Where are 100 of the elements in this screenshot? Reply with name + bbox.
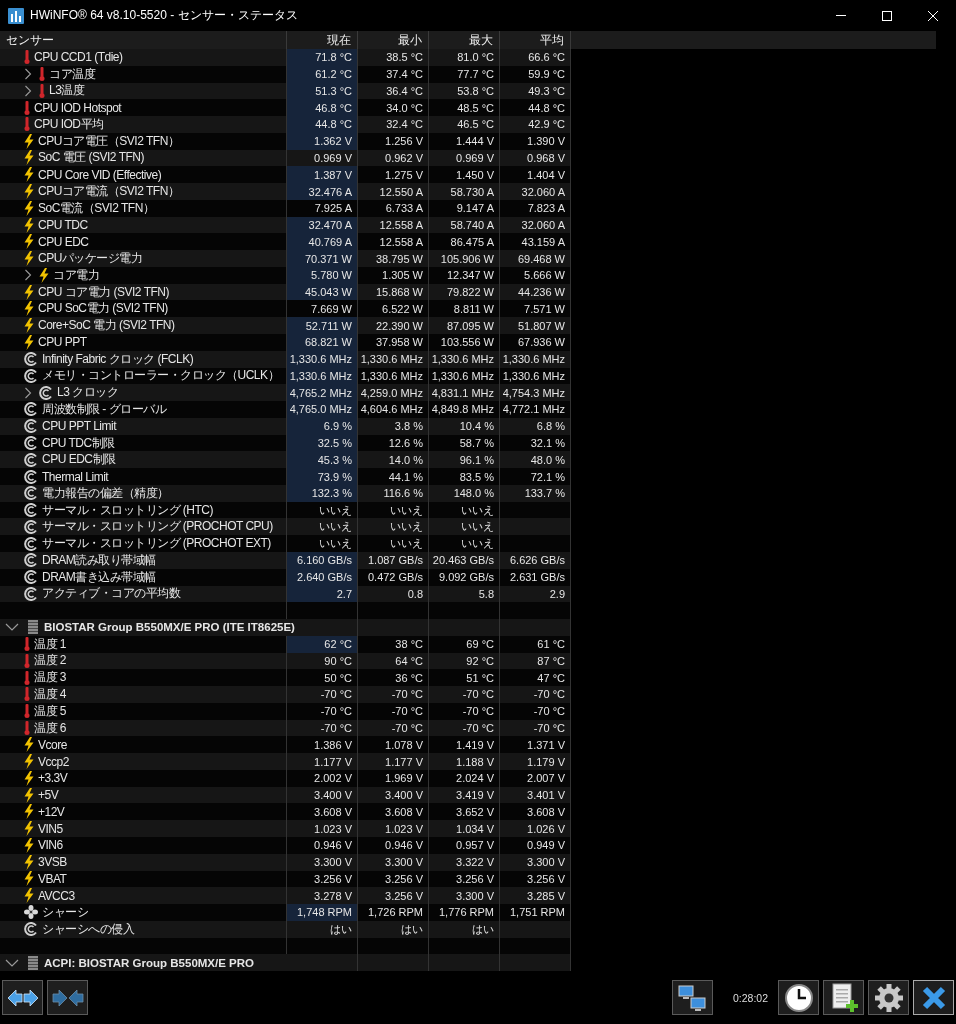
lightning-icon [24,184,34,199]
sensor-label: シャーシ [42,904,88,921]
table-cell: 0.946 V [358,837,429,854]
table-cell: 12.347 W [429,266,500,284]
table-cell: はい [287,920,358,938]
sensor-label: CPU EDC [38,234,89,249]
table-cell: 32.476 A [287,183,358,200]
lightning-icon [24,318,34,334]
table-cell: 1.179 V [500,753,571,770]
table-cell: 2.002 V [287,769,358,787]
monitors-icon [677,983,708,1012]
collapse-button[interactable] [47,980,88,1015]
chevron-icon[interactable] [24,386,32,399]
lightning-icon [24,284,34,300]
chevron-icon[interactable] [5,622,19,633]
gauge-icon [24,452,38,467]
table-cell: 1.026 V [500,820,571,837]
chevron-icon[interactable] [24,68,32,81]
exit-button[interactable] [913,980,954,1015]
table-cell: -70 °C [500,686,571,703]
sensor-label: DRAM書き込み帯域幅 [42,568,156,586]
table-cell: 133.7 % [500,484,571,502]
table-cell: 148.0 % [429,484,500,502]
table-cell: 1,330.6 MHz [500,350,571,368]
lightning-icon [24,251,34,267]
gauge-icon [24,486,38,501]
clock-button[interactable] [778,980,819,1015]
table-cell: 3.8 % [358,417,429,435]
sensor-label: SoC 電圧 (SVI2 TFN) [38,149,144,167]
table-cell: 69 °C [429,635,500,653]
settings-button[interactable] [868,980,909,1015]
maximize-icon [881,9,893,22]
network-button[interactable] [671,980,713,1015]
thermometer-icon [24,100,30,115]
lightning-icon [24,133,34,149]
table-cell: 83.5 % [429,468,500,485]
gauge-icon [24,536,38,551]
table-cell: 38.795 W [358,250,429,267]
chevron-icon[interactable] [24,84,32,97]
table-cell: 1,330.6 MHz [358,350,429,368]
sensor-label: Infinity Fabric クロック (FCLK) [42,350,194,368]
table-cell: 4,765.0 MHz [287,401,358,418]
lightning-icon [24,787,34,803]
sensor-label: +12V [38,804,65,819]
gauge-icon [24,368,38,383]
lightning-icon [24,888,34,904]
table-cell: 9.092 GB/s [429,568,500,586]
sensor-label: +5V [38,788,59,803]
lightning-icon [24,804,34,820]
chevron-icon[interactable] [5,957,19,968]
thermometer-icon [24,704,30,719]
table-cell: 7.925 A [287,199,358,217]
sensor-label: CPU TDC [38,218,88,233]
table-cell: 1,748 RPM [287,904,358,921]
table-cell: 116.6 % [358,484,429,502]
table-cell: 81.0 °C [429,49,500,66]
sensor-label: コア温度 [49,65,95,83]
sensor-label: CPU PPT [38,335,87,350]
lightning-icon [24,234,34,250]
table-cell: 10.4 % [429,417,500,435]
table-cell: 45.3 % [287,451,358,469]
table-cell: 2.007 V [500,769,571,787]
sensor-label: 温度 2 [34,652,66,670]
table-cell: 70.371 W [287,250,358,267]
sensor-label: Thermal Limit [42,469,109,484]
table-cell: いいえ [287,535,358,552]
sensor-label: DRAM読み取り帯域幅 [42,551,156,569]
table-cell: いいえ [429,535,500,552]
lightning-icon [24,150,34,166]
table-cell: 4,765.2 MHz [287,384,358,402]
gauge-icon [24,922,38,937]
sensor-label: CPUコア電圧（SVI2 TFN） [38,132,180,150]
sensor-label: Vccp2 [38,754,69,769]
minimize-icon [836,15,846,16]
sensor-label: 温度 4 [34,686,66,703]
lightning-icon [24,754,34,770]
sensor-label: CPU IOD平均 [34,116,104,133]
sensor-label: メモリ・コントローラー・クロック（UCLK） [42,367,279,385]
table-cell: 37.4 °C [358,65,429,83]
table-cell: 12.550 A [358,183,429,200]
table-cell: 32.4 °C [358,116,429,133]
sensor-label: サーマル・スロットリング (PROCHOT EXT) [42,535,271,552]
chevron-icon[interactable] [24,269,32,282]
table-cell: -70 °C [358,686,429,703]
sensor-label: CPUコア電流（SVI2 TFN） [38,183,180,200]
sensor-label: サーマル・スロットリング (PROCHOT CPU) [42,518,273,536]
table-cell: 5.666 W [500,266,571,284]
table-cell: 68.821 W [287,334,358,351]
sensor-label: CPU Core VID (Effective) [38,167,162,182]
report-button[interactable] [823,980,864,1015]
table-cell: 4,772.1 MHz [500,401,571,418]
table-cell: 44.1 % [358,468,429,485]
table-cell: 69.468 W [500,250,571,267]
expand-button[interactable] [2,980,43,1015]
sensor-label: シャーシへの侵入 [42,920,134,938]
gauge-icon [24,553,38,568]
chip-icon [28,620,38,635]
table-cell: -70 °C [358,702,429,720]
table-cell: 1.256 V [358,132,429,150]
sensor-label: 温度 5 [34,702,66,720]
